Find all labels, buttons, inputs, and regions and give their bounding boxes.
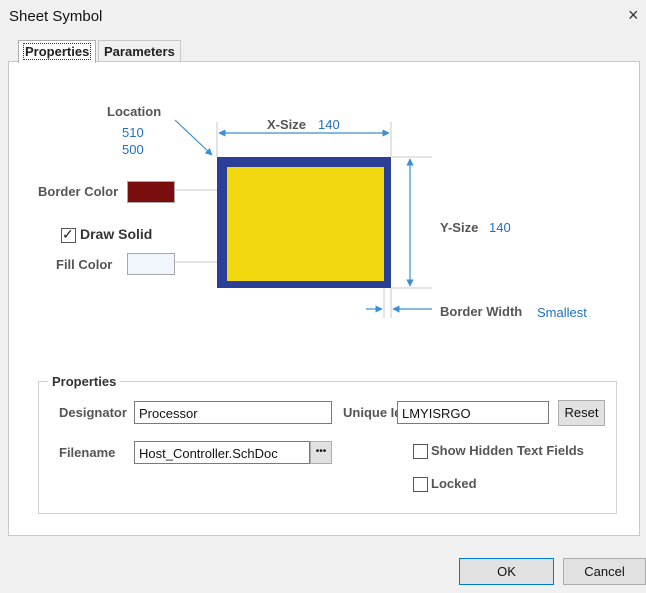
show-hidden-text-fields-checkbox[interactable]: Show Hidden Text Fields xyxy=(413,443,613,461)
sheet-symbol-fill xyxy=(227,167,384,281)
ok-button[interactable]: OK xyxy=(459,558,554,585)
show-hidden-label: Show Hidden Text Fields xyxy=(431,443,584,458)
unique-id-label: Unique Id xyxy=(343,405,403,420)
cancel-button[interactable]: Cancel xyxy=(563,558,646,585)
checkbox-icon xyxy=(413,444,428,459)
browse-button[interactable]: ••• xyxy=(310,441,332,464)
reset-button[interactable]: Reset xyxy=(558,400,605,426)
location-arrow xyxy=(174,119,213,156)
filename-input[interactable]: Host_Controller.SchDoc xyxy=(134,441,310,464)
tab-properties-label: Properties xyxy=(22,43,92,60)
locked-label: Locked xyxy=(431,476,477,491)
unique-id-input[interactable]: LMYISRGO xyxy=(397,401,549,424)
locked-checkbox[interactable]: Locked xyxy=(413,476,513,494)
tab-properties[interactable]: Properties xyxy=(18,40,97,63)
filename-label: Filename xyxy=(59,445,116,460)
checkbox-icon xyxy=(413,477,428,492)
designator-label: Designator xyxy=(59,405,127,420)
designator-input[interactable]: Processor xyxy=(134,401,332,424)
properties-group-label: Properties xyxy=(48,374,121,389)
